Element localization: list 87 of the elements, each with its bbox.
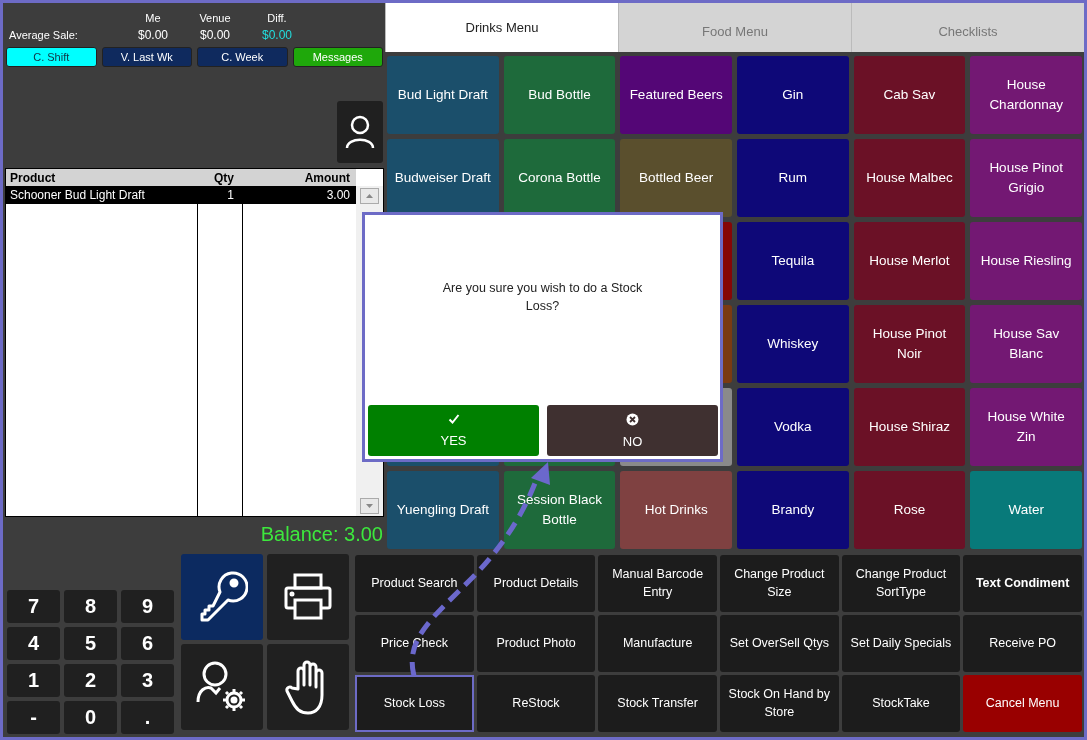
keypad-key[interactable]: 6: [121, 627, 174, 660]
menu-item-button[interactable]: Tequila: [737, 222, 849, 300]
menu-item-button[interactable]: Cab Sav: [853, 56, 966, 134]
user-gear-icon: [196, 659, 248, 714]
menu-item-button[interactable]: House Merlot: [853, 222, 966, 300]
function-button[interactable]: Receive PO: [963, 614, 1082, 672]
menu-item-button[interactable]: House Malbec: [853, 139, 966, 217]
person-icon: [345, 115, 375, 149]
stat-heading: Me: [145, 12, 161, 24]
stat-value: $0.00: [200, 28, 230, 42]
keypad-key[interactable]: -: [7, 701, 60, 734]
balance-text: Balance: 3.00: [259, 522, 384, 546]
amount-cell-text: 3.00: [325, 188, 351, 202]
function-button[interactable]: ReStock: [476, 674, 596, 732]
qty-cell-text: 1: [226, 188, 235, 202]
period-button[interactable]: C. Week: [197, 47, 288, 67]
period-button[interactable]: C. Shift: [6, 47, 97, 67]
no-button[interactable]: NO: [547, 405, 718, 456]
user-settings-button[interactable]: [181, 643, 263, 730]
stat-heading: Diff.: [267, 12, 287, 24]
function-button[interactable]: Manual Barcode Entry: [598, 554, 717, 612]
menu-item-button[interactable]: Brandy: [737, 471, 849, 549]
key-button[interactable]: [181, 553, 263, 640]
function-button[interactable]: Set OverSell Qtys: [720, 614, 839, 672]
keypad-key[interactable]: 2: [64, 664, 117, 697]
printer-button[interactable]: [267, 553, 349, 640]
yes-button[interactable]: YES: [368, 405, 539, 456]
keypad-key[interactable]: 5: [64, 627, 117, 660]
hand-button[interactable]: [267, 643, 349, 730]
menu-item-button[interactable]: House Sav Blanc: [970, 305, 1082, 383]
menu-item-button[interactable]: Session Black Bottle: [503, 471, 616, 549]
menu-item-button[interactable]: Whiskey: [737, 305, 849, 383]
function-button[interactable]: Change Product Size: [720, 554, 839, 612]
menu-item-button[interactable]: House Riesling: [970, 222, 1082, 300]
keypad-key[interactable]: .: [121, 701, 174, 734]
keypad-key[interactable]: 1: [7, 664, 60, 697]
function-button[interactable]: Set Daily Specials: [841, 614, 961, 672]
scroll-down-icon[interactable]: [360, 498, 379, 514]
scroll-up-icon[interactable]: [360, 188, 379, 204]
function-button[interactable]: Stock Transfer: [598, 674, 717, 732]
function-button[interactable]: Manufacture: [598, 614, 717, 672]
keypad-key[interactable]: 3: [121, 664, 174, 697]
menu-item-button[interactable]: House Shiraz: [853, 388, 966, 466]
function-button[interactable]: Text Condiment: [963, 554, 1082, 612]
menu-item-button[interactable]: Water: [970, 471, 1082, 549]
menu-item-button[interactable]: Rum: [737, 139, 849, 217]
column-header: Amount: [303, 170, 351, 185]
column-header: Product: [9, 170, 57, 185]
menu-item-button[interactable]: Bottled Beer: [620, 139, 732, 217]
keypad-key[interactable]: 7: [7, 590, 60, 623]
menu-item-button[interactable]: Featured Beers: [620, 56, 732, 134]
keypad-key[interactable]: 8: [64, 590, 117, 623]
keypad-key[interactable]: 9: [121, 590, 174, 623]
menu-item-button[interactable]: Vodka: [737, 388, 849, 466]
function-button[interactable]: Cancel Menu: [963, 674, 1082, 732]
menu-item-button[interactable]: House Pinot Noir: [853, 305, 966, 383]
menu-item-button[interactable]: Bud Bottle: [503, 56, 616, 134]
stat-value: $0.00: [138, 28, 168, 42]
function-button[interactable]: Product Details: [476, 554, 596, 612]
menu-item-button[interactable]: House Pinot Grigio: [970, 139, 1082, 217]
function-button[interactable]: StockTake: [841, 674, 961, 732]
column-header: Qty: [213, 170, 235, 185]
function-button[interactable]: Stock On Hand by Store: [720, 674, 839, 732]
function-button[interactable]: Change Product SortType: [841, 554, 961, 612]
menu-item-button[interactable]: House Chardonnay: [970, 56, 1082, 134]
menu-item-button[interactable]: Gin: [737, 56, 849, 134]
menu-item-button[interactable]: Yuengling Draft: [387, 471, 499, 549]
average-sale-label: Average Sale:: [9, 29, 78, 41]
function-button[interactable]: Product Search: [355, 554, 474, 612]
menu-item-button[interactable]: House White Zin: [970, 388, 1082, 466]
keypad-key[interactable]: 4: [7, 627, 60, 660]
close-icon: [626, 412, 639, 426]
product-cell-text: Schooner Bud Light Draft: [9, 188, 146, 202]
stat-value: $0.00: [262, 28, 292, 42]
menu-item-button[interactable]: Hot Drinks: [620, 471, 732, 549]
check-icon: [447, 413, 460, 425]
printer-icon: [283, 571, 333, 622]
keypad-key[interactable]: 0: [64, 701, 117, 734]
function-button[interactable]: Product Photo: [476, 614, 596, 672]
menu-item-button[interactable]: Rose: [853, 471, 966, 549]
menu-item-button[interactable]: Bud Light Draft: [387, 56, 499, 134]
customer-button[interactable]: [337, 101, 383, 163]
period-button[interactable]: V. Last Wk: [101, 47, 192, 67]
dialog-message: Are you sure you wish to do a Stock Loss?: [441, 280, 644, 316]
order-row[interactable]: Schooner Bud Light Draft 1 3.00: [6, 186, 356, 204]
stat-heading: Venue: [199, 12, 231, 24]
function-button[interactable]: Stock Loss: [355, 674, 474, 732]
